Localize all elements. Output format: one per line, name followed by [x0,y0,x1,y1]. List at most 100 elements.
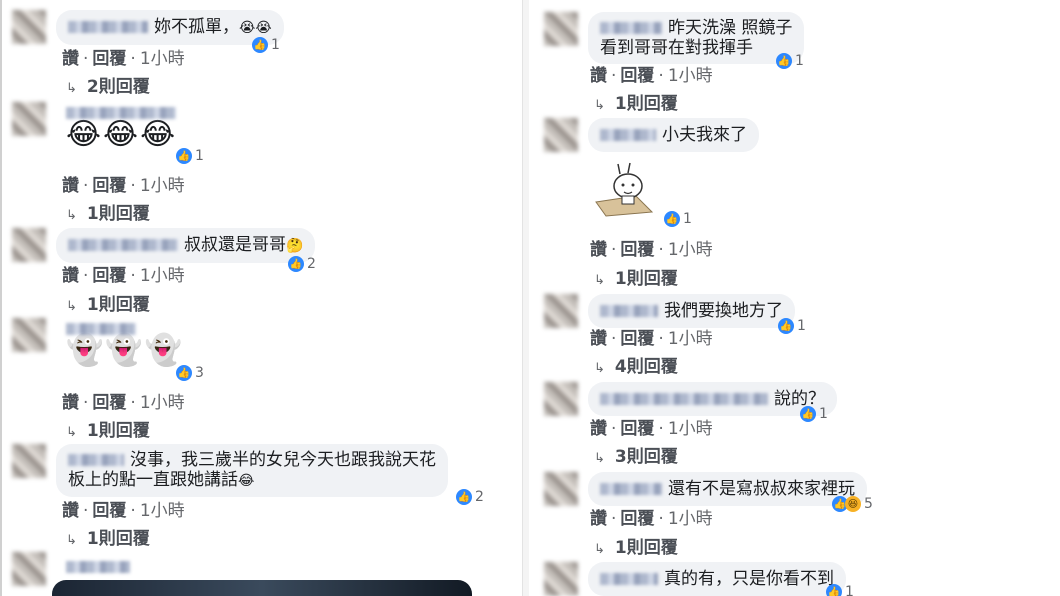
column-divider [522,0,529,596]
timestamp[interactable]: 1小時 [668,509,713,529]
comment-bubble: 還有不是寫叔叔來家裡玩 [588,472,867,506]
reaction-count[interactable]: 👍 😆 5 [832,496,873,512]
reply-button[interactable]: 回覆 [620,240,654,260]
reaction-count[interactable]: 👍 1 [800,406,828,422]
view-replies-link[interactable]: ↳ 1則回覆 [66,290,150,315]
view-replies-link[interactable]: ↳ 1則回覆 [66,524,150,549]
comment-bubble: 真的有，只是你看不到 [588,562,846,596]
comment-actions: 讚 · 回覆 · 1小時 [62,501,185,521]
avatar[interactable] [12,552,46,586]
avatar[interactable] [544,472,578,506]
reply-arrow-icon: ↳ [594,542,605,557]
comment-actions: 讚 · 回覆 · 1小時 [62,393,185,413]
timestamp[interactable]: 1小時 [668,329,713,349]
author-name[interactable] [68,239,178,251]
avatar[interactable] [544,382,578,416]
author-name[interactable] [600,22,662,34]
reply-button[interactable]: 回覆 [92,266,126,286]
comment-text: 小夫我來了 [662,125,747,145]
reaction-count[interactable]: 👍 2 [456,489,484,505]
reply-button[interactable]: 回覆 [620,66,654,86]
reaction-count[interactable]: 👍 1 [778,318,806,334]
view-replies-link[interactable]: ↳ 1則回覆 [594,264,678,289]
reply-button[interactable]: 回覆 [92,49,126,69]
reply-arrow-icon: ↳ [66,208,77,223]
comment-bubble: 小夫我來了 [588,118,759,152]
reply-button[interactable]: 回覆 [92,501,126,521]
like-button[interactable]: 讚 [62,176,79,196]
author-name[interactable] [600,305,658,317]
reaction-count[interactable]: 👍 1 [776,53,804,69]
reaction-count[interactable]: 👍 3 [176,365,204,381]
comment-text: 還有不是寫叔叔來家裡玩 [668,479,855,499]
avatar[interactable] [544,562,578,596]
view-replies-link[interactable]: ↳ 4則回覆 [594,352,678,377]
sticker-image[interactable] [592,162,664,218]
view-replies-link[interactable]: ↳ 1則回覆 [594,89,678,114]
reaction-count[interactable]: 👍 1 [664,211,692,227]
comment-bubble [62,556,140,578]
author-name[interactable] [66,561,130,573]
reaction-count[interactable]: 👍 1 [176,148,204,164]
author-name[interactable] [66,323,136,335]
like-button[interactable]: 讚 [590,66,607,86]
comment-text-line2: 板上的點一直跟她講話 [68,470,238,490]
reply-button[interactable]: 回覆 [620,329,654,349]
view-replies-link[interactable]: ↳ 1則回覆 [66,416,150,441]
like-button[interactable]: 讚 [62,49,79,69]
avatar[interactable] [12,444,46,478]
thumbs-up-icon: 👍 [800,406,816,422]
like-button[interactable]: 讚 [590,329,607,349]
like-button[interactable]: 讚 [62,393,79,413]
reaction-count[interactable]: 👍 1 [826,584,854,596]
author-name[interactable] [600,483,662,495]
like-button[interactable]: 讚 [590,509,607,529]
author-name[interactable] [68,21,148,33]
attached-image[interactable] [52,580,472,596]
like-button[interactable]: 讚 [62,266,79,286]
author-name[interactable] [600,129,656,141]
reply-button[interactable]: 回覆 [92,393,126,413]
timestamp[interactable]: 1小時 [668,240,713,260]
avatar[interactable] [544,12,578,46]
timestamp[interactable]: 1小時 [140,393,185,413]
author-name[interactable] [68,454,124,466]
avatar[interactable] [12,318,46,352]
like-button[interactable]: 讚 [590,419,607,439]
timestamp[interactable]: 1小時 [140,176,185,196]
timestamp[interactable]: 1小時 [668,66,713,86]
reply-button[interactable]: 回覆 [620,419,654,439]
avatar[interactable] [12,10,46,44]
thumbs-up-icon: 👍 [778,318,794,334]
author-name[interactable] [600,573,658,585]
avatar[interactable] [544,118,578,152]
timestamp[interactable]: 1小時 [140,501,185,521]
like-button[interactable]: 讚 [62,501,79,521]
reaction-count[interactable]: 👍 1 [252,37,280,53]
avatar[interactable] [12,228,46,262]
view-replies-link[interactable]: ↳ 2則回覆 [66,72,150,97]
comment-bubble: 沒事，我三歲半的女兒今天也跟我說天花 板上的點一直跟她講話😂 [56,444,448,497]
view-replies-link[interactable]: ↳ 3則回覆 [594,442,678,467]
like-button[interactable]: 讚 [590,240,607,260]
author-name[interactable] [600,393,768,405]
comments-column-right: 昨天洗澡 照鏡子 看到哥哥在對我揮手 👍 1 讚 · 回覆 · 1小時 ↳ 1則回覆 小夫我… [530,0,1060,596]
timestamp[interactable]: 1小時 [140,49,185,69]
reply-arrow-icon: ↳ [594,361,605,376]
avatar[interactable] [544,294,578,328]
reply-button[interactable]: 回覆 [92,176,126,196]
comment-actions: 讚 · 回覆 · 1小時 [590,66,713,86]
avatar[interactable] [12,102,46,136]
view-replies-link[interactable]: ↳ 1則回覆 [594,533,678,558]
author-name[interactable] [66,107,176,119]
reply-button[interactable]: 回覆 [620,509,654,529]
comment-bubble: 昨天洗澡 照鏡子 看到哥哥在對我揮手 [588,12,805,64]
timestamp[interactable]: 1小時 [140,266,185,286]
comments-column-left: 妳不孤單，😭😭 👍 1 讚 · 回覆 · 1小時 ↳ 2則回覆 😂😂😂 👍 1 讚 · 回覆 · 1小… [0,0,520,596]
comment-bubble: 😂😂😂 [62,102,186,150]
timestamp[interactable]: 1小時 [668,419,713,439]
view-replies-link[interactable]: ↳ 1則回覆 [66,199,150,224]
reply-arrow-icon: ↳ [66,533,77,548]
reaction-count[interactable]: 👍 2 [288,256,316,272]
thumbs-up-icon: 👍 [826,584,842,596]
